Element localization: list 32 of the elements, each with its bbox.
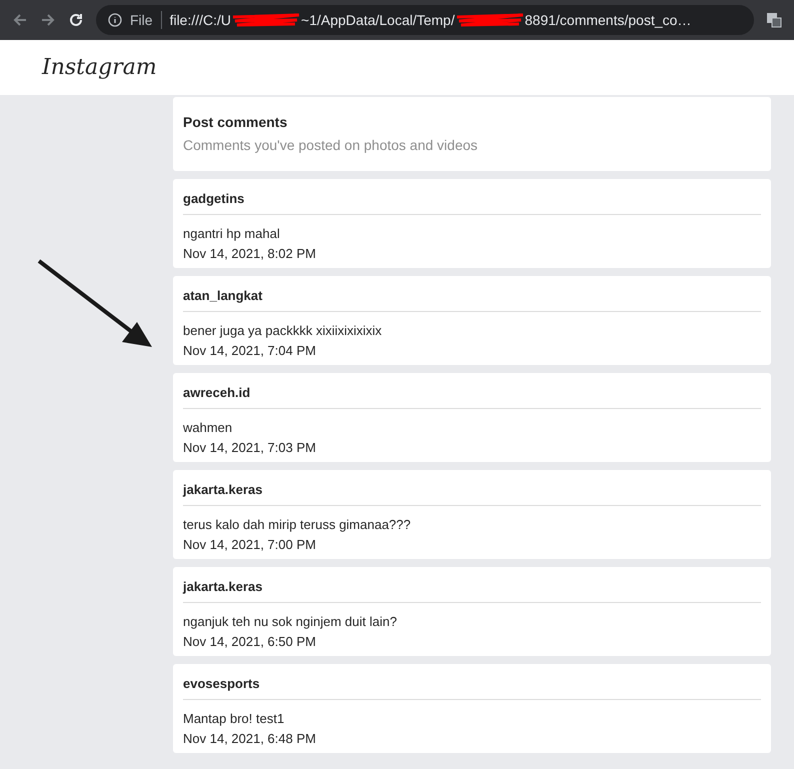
comment-time: Nov 14, 2021, 7:04 PM [183,342,317,360]
comment-username: evosesports [183,674,761,700]
reload-icon[interactable] [68,12,84,28]
url-text: 8891/comments/post_co… [524,10,692,30]
back-icon[interactable] [12,12,28,28]
comment-time: Nov 14, 2021, 8:02 PM [183,245,317,263]
comment-time: Nov 14, 2021, 7:03 PM [183,439,317,457]
section-subtitle: Comments you've posted on photos and videos [183,136,479,155]
address-bar[interactable]: File file:///C:/U ~1/AppData/Local/Temp/ 8891/comments/post_co… [96,5,754,35]
comment-text: Mantap bro! test1 [183,710,286,728]
comment-time: Nov 14, 2021, 7:00 PM [183,536,317,554]
comment-username: jakarta.keras [183,480,761,506]
redaction-scribble [454,11,525,29]
redaction-scribble [231,11,302,29]
url-text: file:///C:/U [170,10,232,30]
comment-username: gadgetins [183,189,761,214]
info-icon [108,13,122,27]
comment-time: Nov 14, 2021, 6:48 PM [183,730,317,748]
comment-time: Nov 14, 2021, 6:50 PM [183,633,317,651]
comment-username: awreceh.id [183,383,761,408]
forward-icon[interactable] [40,12,56,28]
scheme-label: File [130,10,153,30]
comment-text: bener juga ya packkkk xixiixixixixix [183,322,383,340]
comment-text: terus kalo dah mirip teruss gimanaa??? [183,516,412,534]
comment-username: atan_langkat [183,286,761,312]
comment-text: wahmen [183,418,234,436]
instagram-logo[interactable]: Instagram [42,51,157,84]
section-title: Post comments [183,113,288,132]
comment-text: nganjuk teh nu sok nginjem duit lain? [183,612,398,631]
url-text: ~1/AppData/Local/Temp/ [301,10,455,30]
comment-text: ngantri hp mahal [183,224,281,243]
comment-username: jakarta.keras [183,577,761,602]
